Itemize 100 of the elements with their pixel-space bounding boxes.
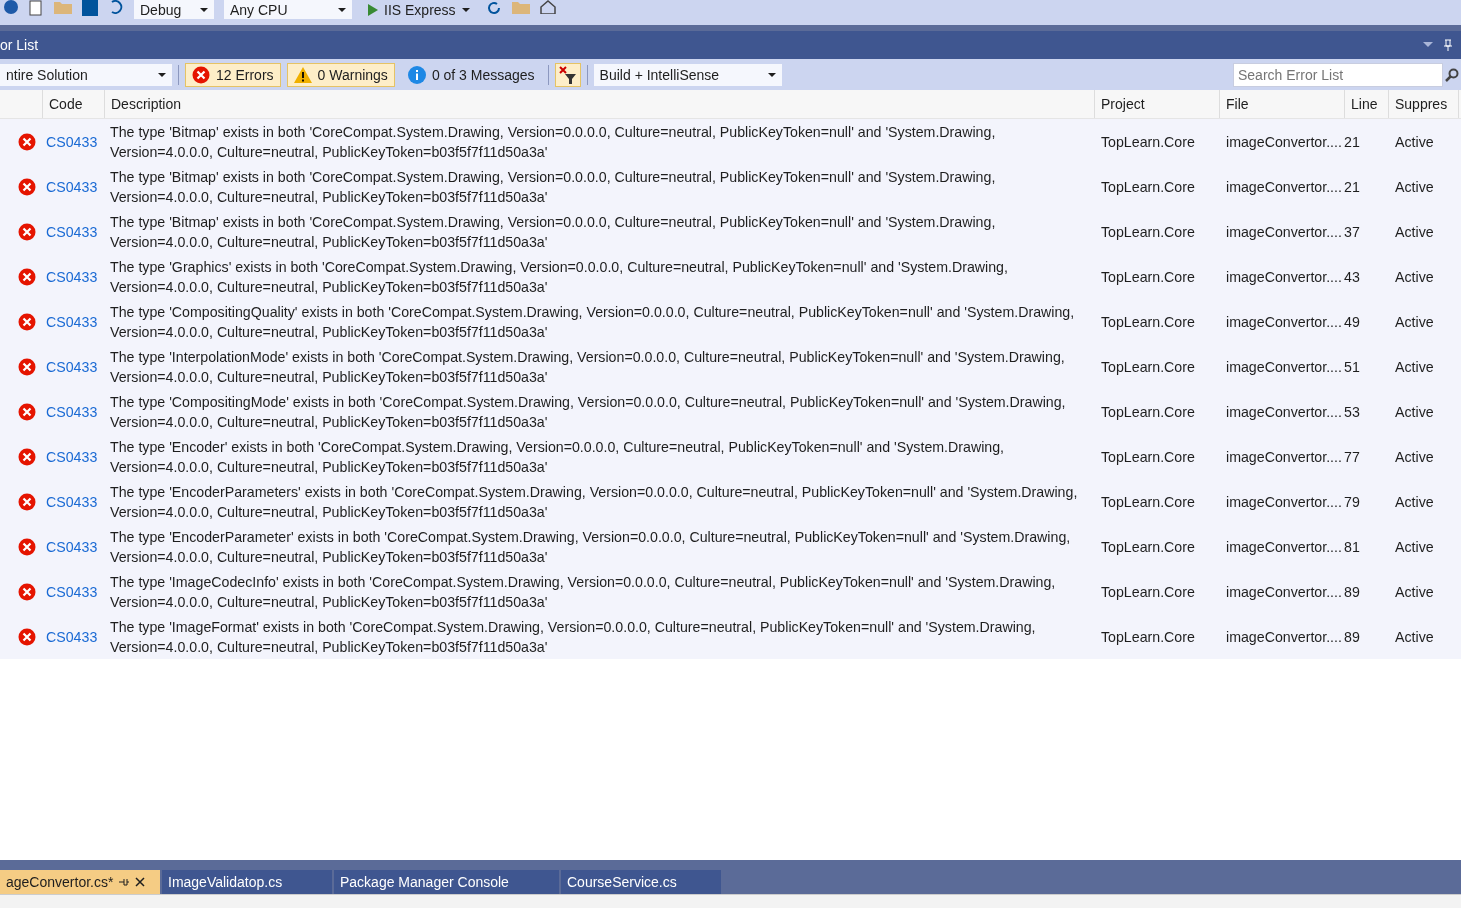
- home-icon[interactable]: [539, 0, 556, 14]
- error-code-link[interactable]: CS0433: [42, 119, 104, 164]
- suppression-cell-text: Active: [1394, 537, 1435, 557]
- project-cell-text: TopLearn.Core: [1100, 132, 1196, 152]
- suppression-cell-text: Active: [1394, 447, 1435, 467]
- caret-icon: [338, 7, 346, 12]
- file-cell-text: imageConvertor....: [1225, 177, 1343, 197]
- error-description: The type 'Graphics' exists in both 'CoreCompat.System.Drawing, Version=0.0.0.0, Culture=neutral, PublicKeyToken=null' and 'System.Drawing, Version=4.0.0.0, Culture=neutral, PublicKeyToken=b03f5f7f11d50a3a': [109, 257, 1009, 297]
- project-cell-text: TopLearn.Core: [1100, 177, 1196, 197]
- error-code-link[interactable]: CS0433: [42, 569, 104, 614]
- line-cell-text: 53: [1344, 402, 1361, 422]
- error-code-link[interactable]: CS0433: [42, 209, 104, 254]
- pin-icon[interactable]: [119, 877, 130, 887]
- document-tab[interactable]: CourseService.cs: [561, 870, 721, 894]
- close-icon[interactable]: [135, 877, 146, 887]
- document-tab[interactable]: ImageValidatop.cs: [162, 870, 332, 894]
- line-cell-text: 79: [1344, 492, 1361, 512]
- error-icon: [18, 177, 36, 196]
- refresh-icon[interactable]: [485, 0, 502, 16]
- file-cell-text: imageConvertor....: [1225, 537, 1343, 557]
- error-code-link[interactable]: CS0433: [42, 344, 104, 389]
- suppression-cell-text: Active: [1394, 357, 1435, 377]
- error-code-link[interactable]: CS0433: [42, 389, 104, 434]
- error-code-link[interactable]: CS0433: [42, 479, 104, 524]
- file-cell-text: imageConvertor....: [1225, 402, 1343, 422]
- file-cell-text: imageConvertor....: [1225, 492, 1343, 512]
- error-icon: [192, 65, 210, 84]
- column-header[interactable]: Suppres: [1388, 90, 1458, 118]
- build-filter-dropdown[interactable]: Build + IntelliSense: [593, 63, 782, 86]
- warning-icon: [293, 66, 312, 83]
- clear-filter-button[interactable]: [554, 62, 581, 87]
- suppression-cell-text: Active: [1394, 132, 1435, 152]
- error-icon: [18, 537, 36, 556]
- project-cell-text: TopLearn.Core: [1100, 492, 1196, 512]
- column-header[interactable]: File: [1219, 90, 1344, 118]
- suppression-cell-text: Active: [1394, 402, 1435, 422]
- filter-button[interactable]: 0 of 3 Messages: [400, 62, 542, 87]
- error-icon: [18, 492, 36, 511]
- line-cell-text: 43: [1344, 267, 1361, 287]
- line-cell-text: 49: [1344, 312, 1361, 332]
- error-description: The type 'ImageCodecInfo' exists in both 'CoreCompat.System.Drawing, Version=0.0.0.0, Culture=neutral, PublicKeyToken=null' and 'System.Drawing, Version=4.0.0.0, Culture=neutral, PublicKeyToken=b03f5f7f11d50a3a': [109, 572, 1057, 612]
- back-icon[interactable]: [4, 0, 18, 14]
- line-cell-text: 21: [1344, 177, 1361, 197]
- error-code-link[interactable]: CS0433: [42, 434, 104, 479]
- suppression-cell-text: Active: [1394, 222, 1435, 242]
- project-cell-text: TopLearn.Core: [1100, 582, 1196, 602]
- file-cell-text: imageConvertor....: [1225, 582, 1343, 602]
- caret-icon: [767, 72, 776, 77]
- error-description: The type 'EncoderParameters' exists in both 'CoreCompat.System.Drawing, Version=0.0.0.0, Culture=neutral, PublicKeyToken=null' and 'System.Drawing, Version=4.0.0.0, Culture=neutral, PublicKeyToken=b03f5f7f11d50a3a': [109, 482, 1079, 522]
- line-cell-text: 77: [1344, 447, 1361, 467]
- column-header[interactable]: Code: [42, 90, 104, 118]
- file-cell-text: imageConvertor....: [1225, 627, 1343, 647]
- caret-icon: [461, 7, 470, 12]
- line-cell-text: 51: [1344, 357, 1361, 377]
- info-icon: [407, 65, 426, 84]
- error-icon: [18, 627, 36, 646]
- file-cell-text: imageConvertor....: [1225, 267, 1343, 287]
- line-cell-text: 81: [1344, 537, 1361, 557]
- line-cell-text: 89: [1344, 627, 1361, 647]
- scope-dropdown[interactable]: ntire Solution: [0, 63, 172, 86]
- project-cell-text: TopLearn.Core: [1100, 312, 1196, 332]
- platform-dropdown[interactable]: Any CPU: [224, 0, 352, 19]
- file-cell-text: imageConvertor....: [1225, 132, 1343, 152]
- error-row[interactable]: [0, 119, 1461, 164]
- error-icon: [18, 132, 36, 151]
- configuration-dropdown[interactable]: Debug: [134, 0, 214, 19]
- error-code-link[interactable]: CS0433: [42, 614, 104, 659]
- new-project-icon[interactable]: [28, 0, 44, 16]
- line-cell-text: 89: [1344, 582, 1361, 602]
- search-field[interactable]: Search Error List: [1233, 62, 1443, 87]
- suppression-cell-text: Active: [1394, 312, 1435, 332]
- error-description: The type 'ImageFormat' exists in both 'CoreCompat.System.Drawing, Version=0.0.0.0, Culture=neutral, PublicKeyToken=null' and 'System.Drawing, Version=4.0.0.0, Culture=neutral, PublicKeyToken=b03f5f7f11d50a3a': [109, 617, 1037, 657]
- error-description: The type 'Bitmap' exists in both 'CoreCompat.System.Drawing, Version=0.0.0.0, Culture=neutral, PublicKeyToken=null' and 'System.Drawing, Version=4.0.0.0, Culture=neutral, PublicKeyToken=b03f5f7f11d50a3a': [109, 212, 997, 252]
- filter-button[interactable]: 12 Errors: [185, 62, 281, 87]
- pin-icon[interactable]: [1423, 39, 1453, 51]
- error-code-link[interactable]: CS0433: [42, 524, 104, 569]
- document-tab[interactable]: Package Manager Console: [334, 870, 559, 894]
- caret-icon: [158, 72, 166, 77]
- error-code-link[interactable]: CS0433: [42, 254, 104, 299]
- error-icon: [18, 267, 36, 286]
- suppression-cell-text: Active: [1394, 267, 1435, 287]
- file-cell-text: imageConvertor....: [1225, 357, 1343, 377]
- project-cell-text: TopLearn.Core: [1100, 267, 1196, 287]
- search-icon[interactable]: [1445, 67, 1459, 82]
- error-row[interactable]: [0, 614, 1461, 659]
- error-code-link[interactable]: CS0433: [42, 164, 104, 209]
- column-header[interactable]: Description: [104, 90, 1094, 118]
- error-description: The type 'CompositingMode' exists in both 'CoreCompat.System.Drawing, Version=0.0.0.0, Culture=neutral, PublicKeyToken=null' and 'System.Drawing, Version=4.0.0.0, Culture=neutral, PublicKeyToken=b03f5f7f11d50a3a': [109, 392, 1067, 432]
- project-cell-text: TopLearn.Core: [1100, 357, 1196, 377]
- column-header[interactable]: Line: [1344, 90, 1388, 118]
- column-header[interactable]: Project: [1094, 90, 1219, 118]
- line-cell-text: 21: [1344, 132, 1361, 152]
- filter-button[interactable]: 0 Warnings: [286, 62, 395, 87]
- error-description: The type 'InterpolationMode' exists in both 'CoreCompat.System.Drawing, Version=0.0.0.0, Culture=neutral, PublicKeyToken=null' and 'System.Drawing, Version=4.0.0.0, Culture=neutral, PublicKeyToken=b03f5f7f11d50a3a': [109, 347, 1066, 387]
- error-icon: [18, 222, 36, 241]
- run-button[interactable]: IIS Express: [362, 0, 476, 19]
- document-tab[interactable]: ageConvertor.cs*: [0, 870, 160, 894]
- error-code-link[interactable]: CS0433: [42, 299, 104, 344]
- error-description: The type 'Encoder' exists in both 'CoreCompat.System.Drawing, Version=0.0.0.0, Culture=neutral, PublicKeyToken=null' and 'System.Drawing, Version=4.0.0.0, Culture=neutral, PublicKeyToken=b03f5f7f11d50a3a': [109, 437, 1005, 477]
- play-icon: [368, 3, 378, 16]
